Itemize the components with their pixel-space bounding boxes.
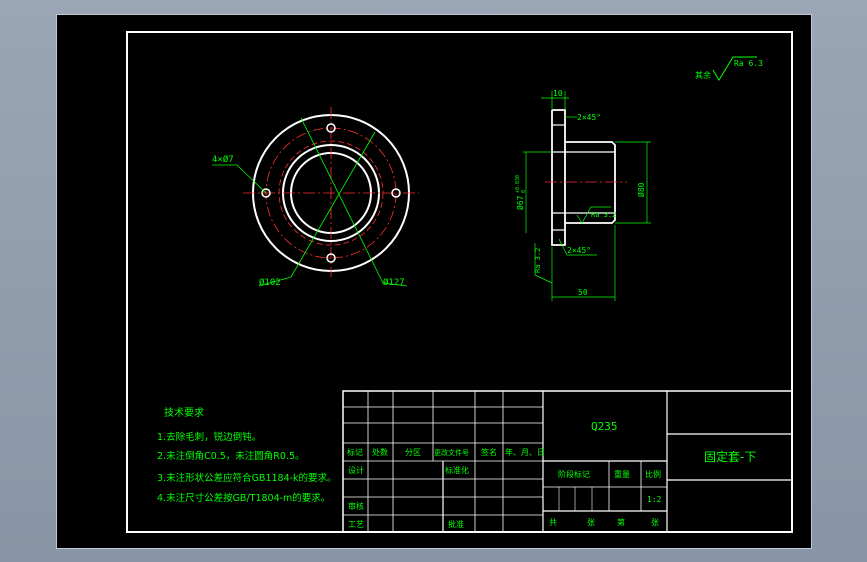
side-view: 10 2×45° Ø67 +0.030 0 Ø80 Ra 3.2 2×45° R… [515, 89, 651, 301]
sheet-no-label: 第 [617, 517, 625, 527]
face-roughness-label: Ra 3.2 [534, 248, 542, 273]
process-label: 工艺 [348, 520, 364, 529]
part-name-label: 固定套-下 [704, 449, 756, 464]
header-change-doc: 更改文件号 [434, 448, 469, 457]
scale-value: 1:2 [647, 495, 662, 504]
total-label: 共 [549, 518, 557, 527]
bore-label: Ø67 [515, 195, 525, 210]
front-view: 4×Ø7 Ø102 Ø127 [212, 107, 419, 288]
review-label: 审核 [348, 501, 364, 511]
bolt-circle-label: Ø102 [259, 277, 281, 288]
bore-roughness-label: Ra 3.2 [591, 211, 616, 219]
holes-leader [236, 164, 267, 194]
design-label: 设计 [348, 465, 364, 475]
weight-label: 重量 [614, 469, 630, 479]
outer-diameter-label: Ø127 [383, 277, 405, 288]
header-count: 处数 [372, 447, 388, 457]
holes-label: 4×Ø7 [212, 154, 234, 165]
drawing-canvas: 其余 Ra 6.3 4×Ø7 Ø102 Ø127 10 2×45° Ø67 +0… [126, 31, 793, 533]
stage-mark-label: 阶段标记 [558, 469, 590, 479]
tech-requirement-4: 4.未注尺寸公差按GB/T1804-m的要求。 [157, 492, 330, 504]
header-date: 年、月、日 [505, 447, 545, 457]
sheet-unit-label: 张 [651, 518, 659, 527]
cad-viewport[interactable]: 其余 Ra 6.3 4×Ø7 Ø102 Ø127 10 2×45° Ø67 +0… [56, 14, 812, 549]
bottom-chamfer-label: 2×45° [567, 246, 591, 255]
scale-label: 比例 [645, 469, 661, 479]
material-label: Q235 [591, 420, 618, 433]
tech-requirements: 技术要求 1.去除毛刺，锐边倒钝。 2.未注倒角C0.5，未注圆角R0.5。 3… [157, 406, 337, 504]
outer-diameter-side-label: Ø80 [636, 182, 646, 197]
header-sign: 签名 [481, 447, 497, 457]
flange-thickness-label: 10 [553, 89, 563, 98]
sheets-label: 张 [587, 518, 595, 527]
surface-finish-note: 其余 Ra 6.3 [695, 56, 763, 81]
header-mark: 标记 [347, 447, 363, 457]
length-label: 50 [578, 288, 588, 297]
tech-requirement-2: 2.未注倒角C0.5，未注圆角R0.5。 [157, 450, 305, 462]
flange-outline [551, 109, 566, 246]
tech-requirement-1: 1.去除毛刺，锐边倒钝。 [157, 431, 261, 443]
surface-finish-value: Ra 6.3 [734, 59, 763, 68]
approve-label: 批准 [448, 519, 464, 529]
tech-requirements-title: 技术要求 [164, 406, 204, 419]
top-chamfer-label: 2×45° [577, 113, 601, 122]
surface-finish-note-label: 其余 [695, 70, 711, 80]
header-zone: 分区 [405, 448, 421, 457]
standardization-label: 标准化 [445, 465, 469, 475]
tech-requirement-3: 3.未注形状公差应符合GB1184-k的要求。 [157, 472, 337, 484]
bore-tol-lower: 0 [521, 190, 527, 193]
title-block-text: Q235 固定套-下 标记 处数 分区 更改文件号 签名 年、月、日 设计 标准… [347, 420, 756, 529]
